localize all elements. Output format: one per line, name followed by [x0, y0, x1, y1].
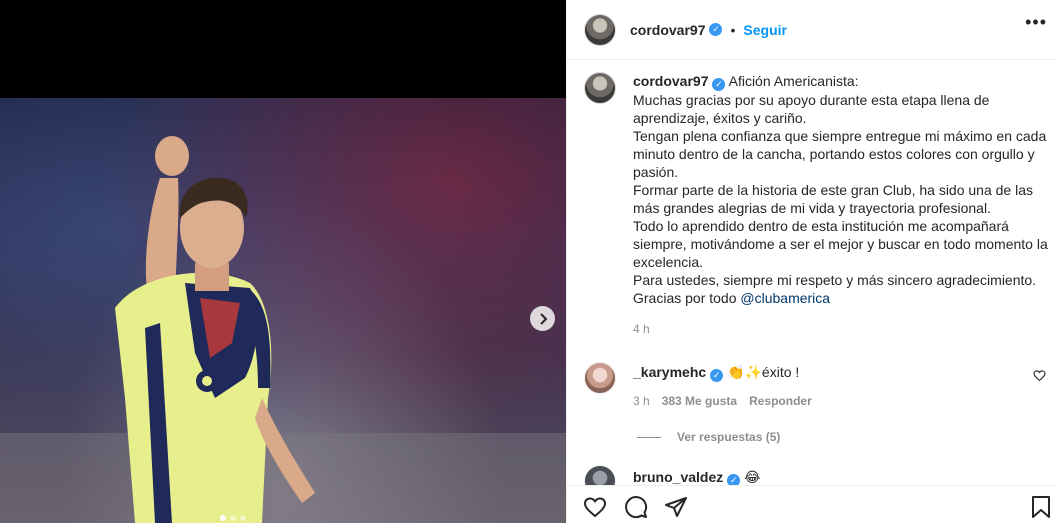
post-caption: cordovar97 ✓ Afición Americanista: Muchas…: [584, 72, 1054, 307]
caption-mention-link[interactable]: @clubamerica: [740, 290, 830, 306]
comment-body: bruno_valdez ✓ 😂: [633, 465, 761, 487]
replies-divider-line: [637, 436, 661, 438]
comment-time: 3 h: [633, 394, 650, 408]
post-header: cordovar97 ✓ • Seguir •••: [567, 0, 1056, 60]
view-replies-label: Ver respuestas (5): [677, 430, 781, 444]
author-avatar[interactable]: [584, 13, 616, 46]
follow-button[interactable]: Seguir: [743, 22, 787, 38]
next-photo-button[interactable]: [530, 306, 555, 331]
caption-text: Muchas gracias por su apoyo durante esta…: [633, 91, 1048, 306]
author-info: cordovar97 ✓ • Seguir: [630, 22, 787, 38]
commenter-username[interactable]: bruno_valdez: [633, 469, 723, 485]
player-illustration: [0, 136, 566, 523]
chevron-right-icon: [539, 312, 547, 325]
comment-icon[interactable]: [624, 495, 648, 519]
post-media[interactable]: [0, 0, 566, 523]
share-icon[interactable]: [664, 495, 688, 519]
verified-badge-icon: ✓: [710, 368, 724, 382]
verified-badge-icon: ✓: [709, 23, 723, 36]
commenter-username[interactable]: _karymehc: [633, 364, 706, 380]
caption-body: cordovar97 ✓ Afición Americanista: Muchas…: [633, 72, 1053, 307]
carousel-dot: [230, 515, 236, 521]
commenter-avatar[interactable]: [584, 362, 616, 394]
carousel-dot: [220, 515, 226, 521]
caption-username[interactable]: cordovar97: [633, 73, 708, 89]
comment-body: _karymehc ✓ 👏✨éxito !: [633, 362, 799, 394]
post-photo: [0, 98, 566, 523]
carousel-indicators: [220, 515, 246, 521]
carousel-dot: [240, 515, 246, 521]
caption-title: Afición Americanista:: [728, 73, 859, 89]
author-username[interactable]: cordovar97: [630, 22, 705, 38]
comment-text: 👏✨éxito !: [727, 364, 800, 380]
more-options-icon[interactable]: •••: [1025, 12, 1047, 33]
comment-like-heart-icon[interactable]: [1033, 369, 1046, 382]
comment-text: 😂: [744, 469, 761, 485]
post-side-panel: cordovar97 ✓ • Seguir ••• cordovar97 ✓ Af…: [566, 0, 1056, 523]
verified-badge-icon: ✓: [712, 77, 726, 91]
bookmark-icon[interactable]: [1030, 495, 1052, 519]
view-replies-button[interactable]: Ver respuestas (5): [637, 430, 780, 444]
caption-author-avatar[interactable]: [584, 72, 616, 104]
reply-button[interactable]: Responder: [749, 394, 812, 408]
comment-likes[interactable]: 383 Me gusta: [662, 394, 737, 408]
comment-item: _karymehc ✓ 👏✨éxito !: [584, 362, 1054, 394]
heart-icon[interactable]: [583, 495, 607, 519]
separator-dot: •: [730, 21, 736, 38]
comment-meta: 3 h 383 Me gusta Responder: [633, 394, 812, 408]
post-time: 4 h: [633, 322, 650, 336]
post-actions-bar: [567, 485, 1056, 523]
